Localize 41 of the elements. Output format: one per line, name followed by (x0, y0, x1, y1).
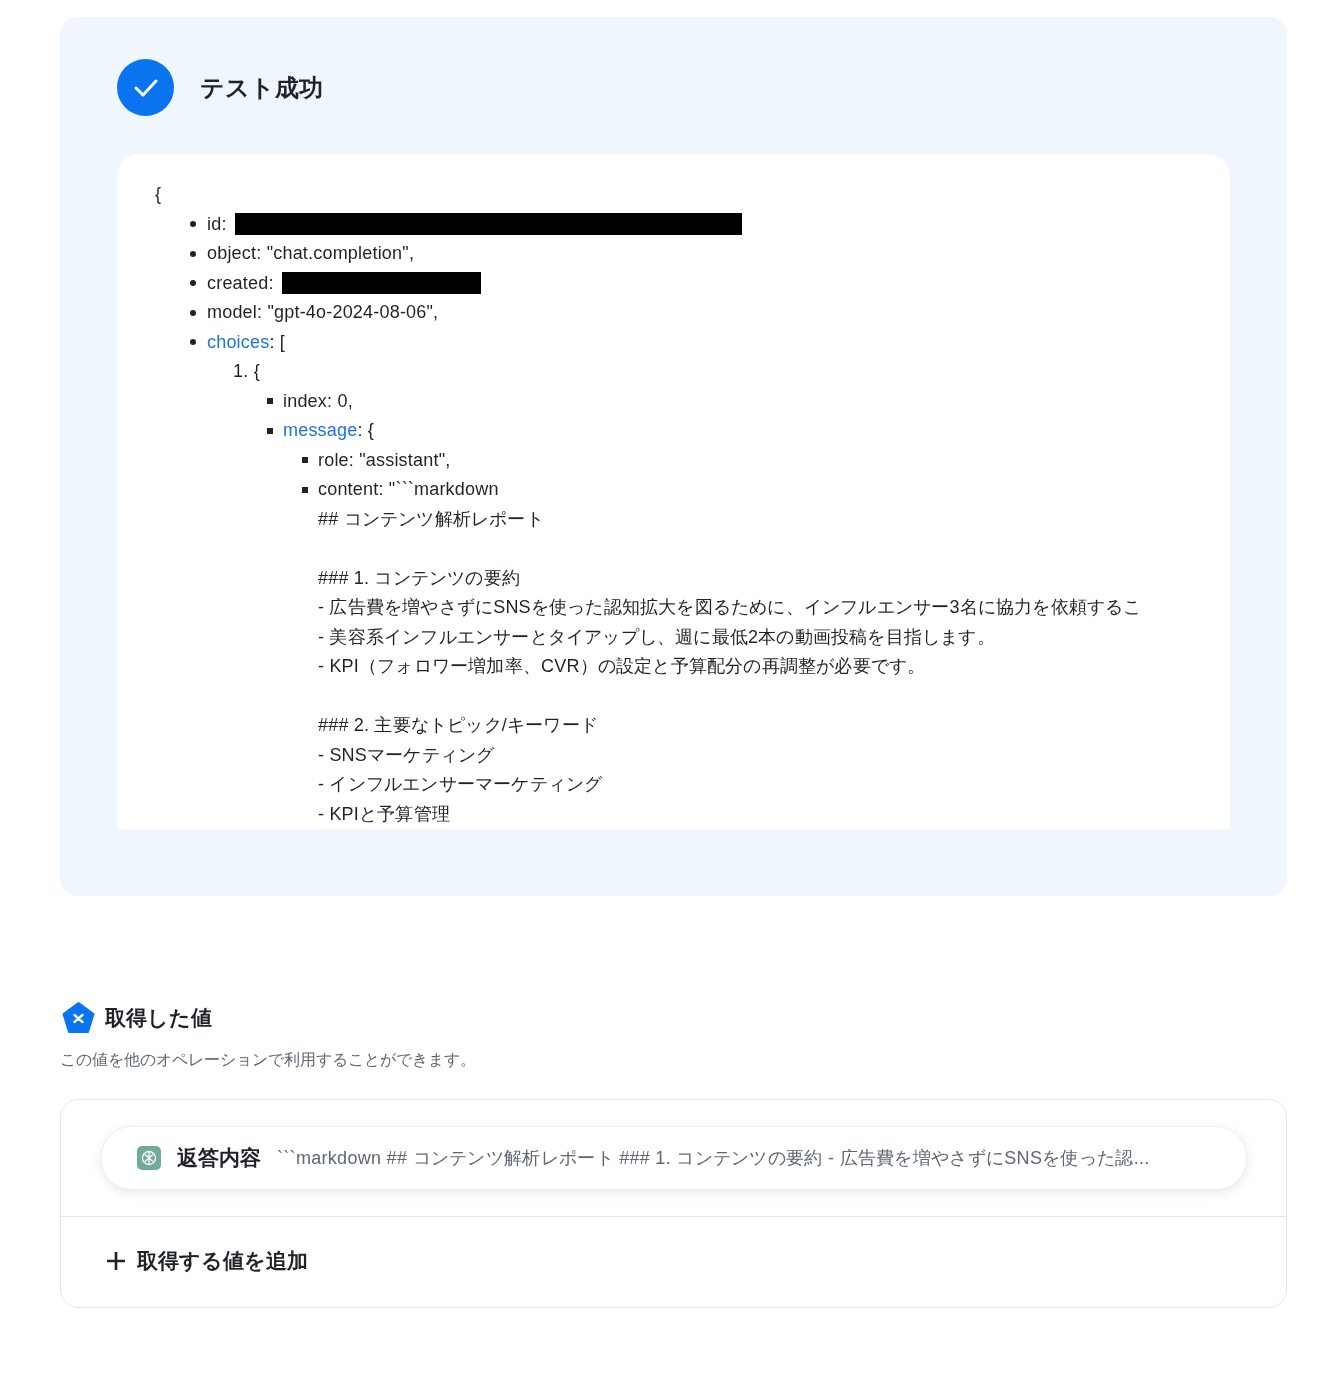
code-line: - 美容系インフルエンサーとタイアップし、週に最低2本の動画投稿を目指します。 (318, 625, 996, 649)
section-description: この値を他のオペレーションで利用することができます。 (60, 1050, 477, 1070)
bullet-icon (190, 221, 196, 228)
code-line: message: { (283, 419, 375, 442)
code-line: choices: [ (207, 330, 286, 354)
code-line: - SNSマーケティング (318, 743, 496, 767)
code-line: id: (207, 212, 227, 236)
pentagon-icon (62, 1002, 95, 1034)
key-link[interactable]: message (283, 420, 358, 440)
result-title: テスト成功 (200, 72, 323, 103)
code-line: content: "```markdown (318, 478, 499, 501)
bullet-icon (267, 398, 273, 405)
code-line: index: 0, (283, 389, 353, 413)
bullet-icon (190, 309, 196, 316)
value-preview: ```markdown ## コンテンツ解析レポート ### 1. コンテンツの要約 - 広告費を増やさずにSNSを使った認... (277, 1147, 1150, 1170)
code-line: ### 1. コンテンツの要約 (318, 566, 522, 590)
code-line: created: (207, 271, 274, 295)
code-line: 1. { (233, 360, 260, 383)
code-line: - 広告費を増やさずにSNSを使った認知拡大を図るために、インフルエンサー3名に協力を依頼するこ (318, 596, 1143, 619)
value-label: 返答内容 (177, 1145, 261, 1171)
section-title: 取得した値 (105, 1005, 212, 1031)
code-line: role: "assistant", (318, 448, 451, 472)
bullet-icon (302, 457, 308, 464)
bullet-icon (190, 280, 196, 287)
code-line: - インフルエンサーマーケティング (318, 773, 604, 796)
code-line: - KPIと予算管理 (318, 802, 451, 826)
code-line: ### 2. 主要なトピック/キーワード (318, 714, 600, 737)
bullet-icon (302, 486, 308, 493)
plus-icon (105, 1250, 127, 1272)
code-line: object: "chat.completion", (207, 242, 415, 265)
code-line: { (155, 183, 162, 206)
ai-logo-icon (137, 1146, 161, 1170)
bullet-icon (190, 339, 196, 346)
code-line: ## コンテンツ解析レポート (318, 507, 545, 531)
bullet-icon (190, 250, 196, 257)
key-link[interactable]: choices (207, 331, 270, 352)
add-value-button[interactable]: 取得する値を追加 (105, 1243, 308, 1279)
code-line: model: "gpt-4o-2024-08-06", (207, 301, 439, 324)
bullet-icon (267, 427, 273, 434)
value-chip[interactable]: 返答内容 ```markdown ## コンテンツ解析レポート ### 1. コンテンツの要約 - 広告費を増やさずにSNSを使った認... (101, 1126, 1247, 1190)
code-line: - KPI（フォロワー増加率、CVR）の設定と予算配分の再調整が必要です。 (318, 655, 927, 678)
